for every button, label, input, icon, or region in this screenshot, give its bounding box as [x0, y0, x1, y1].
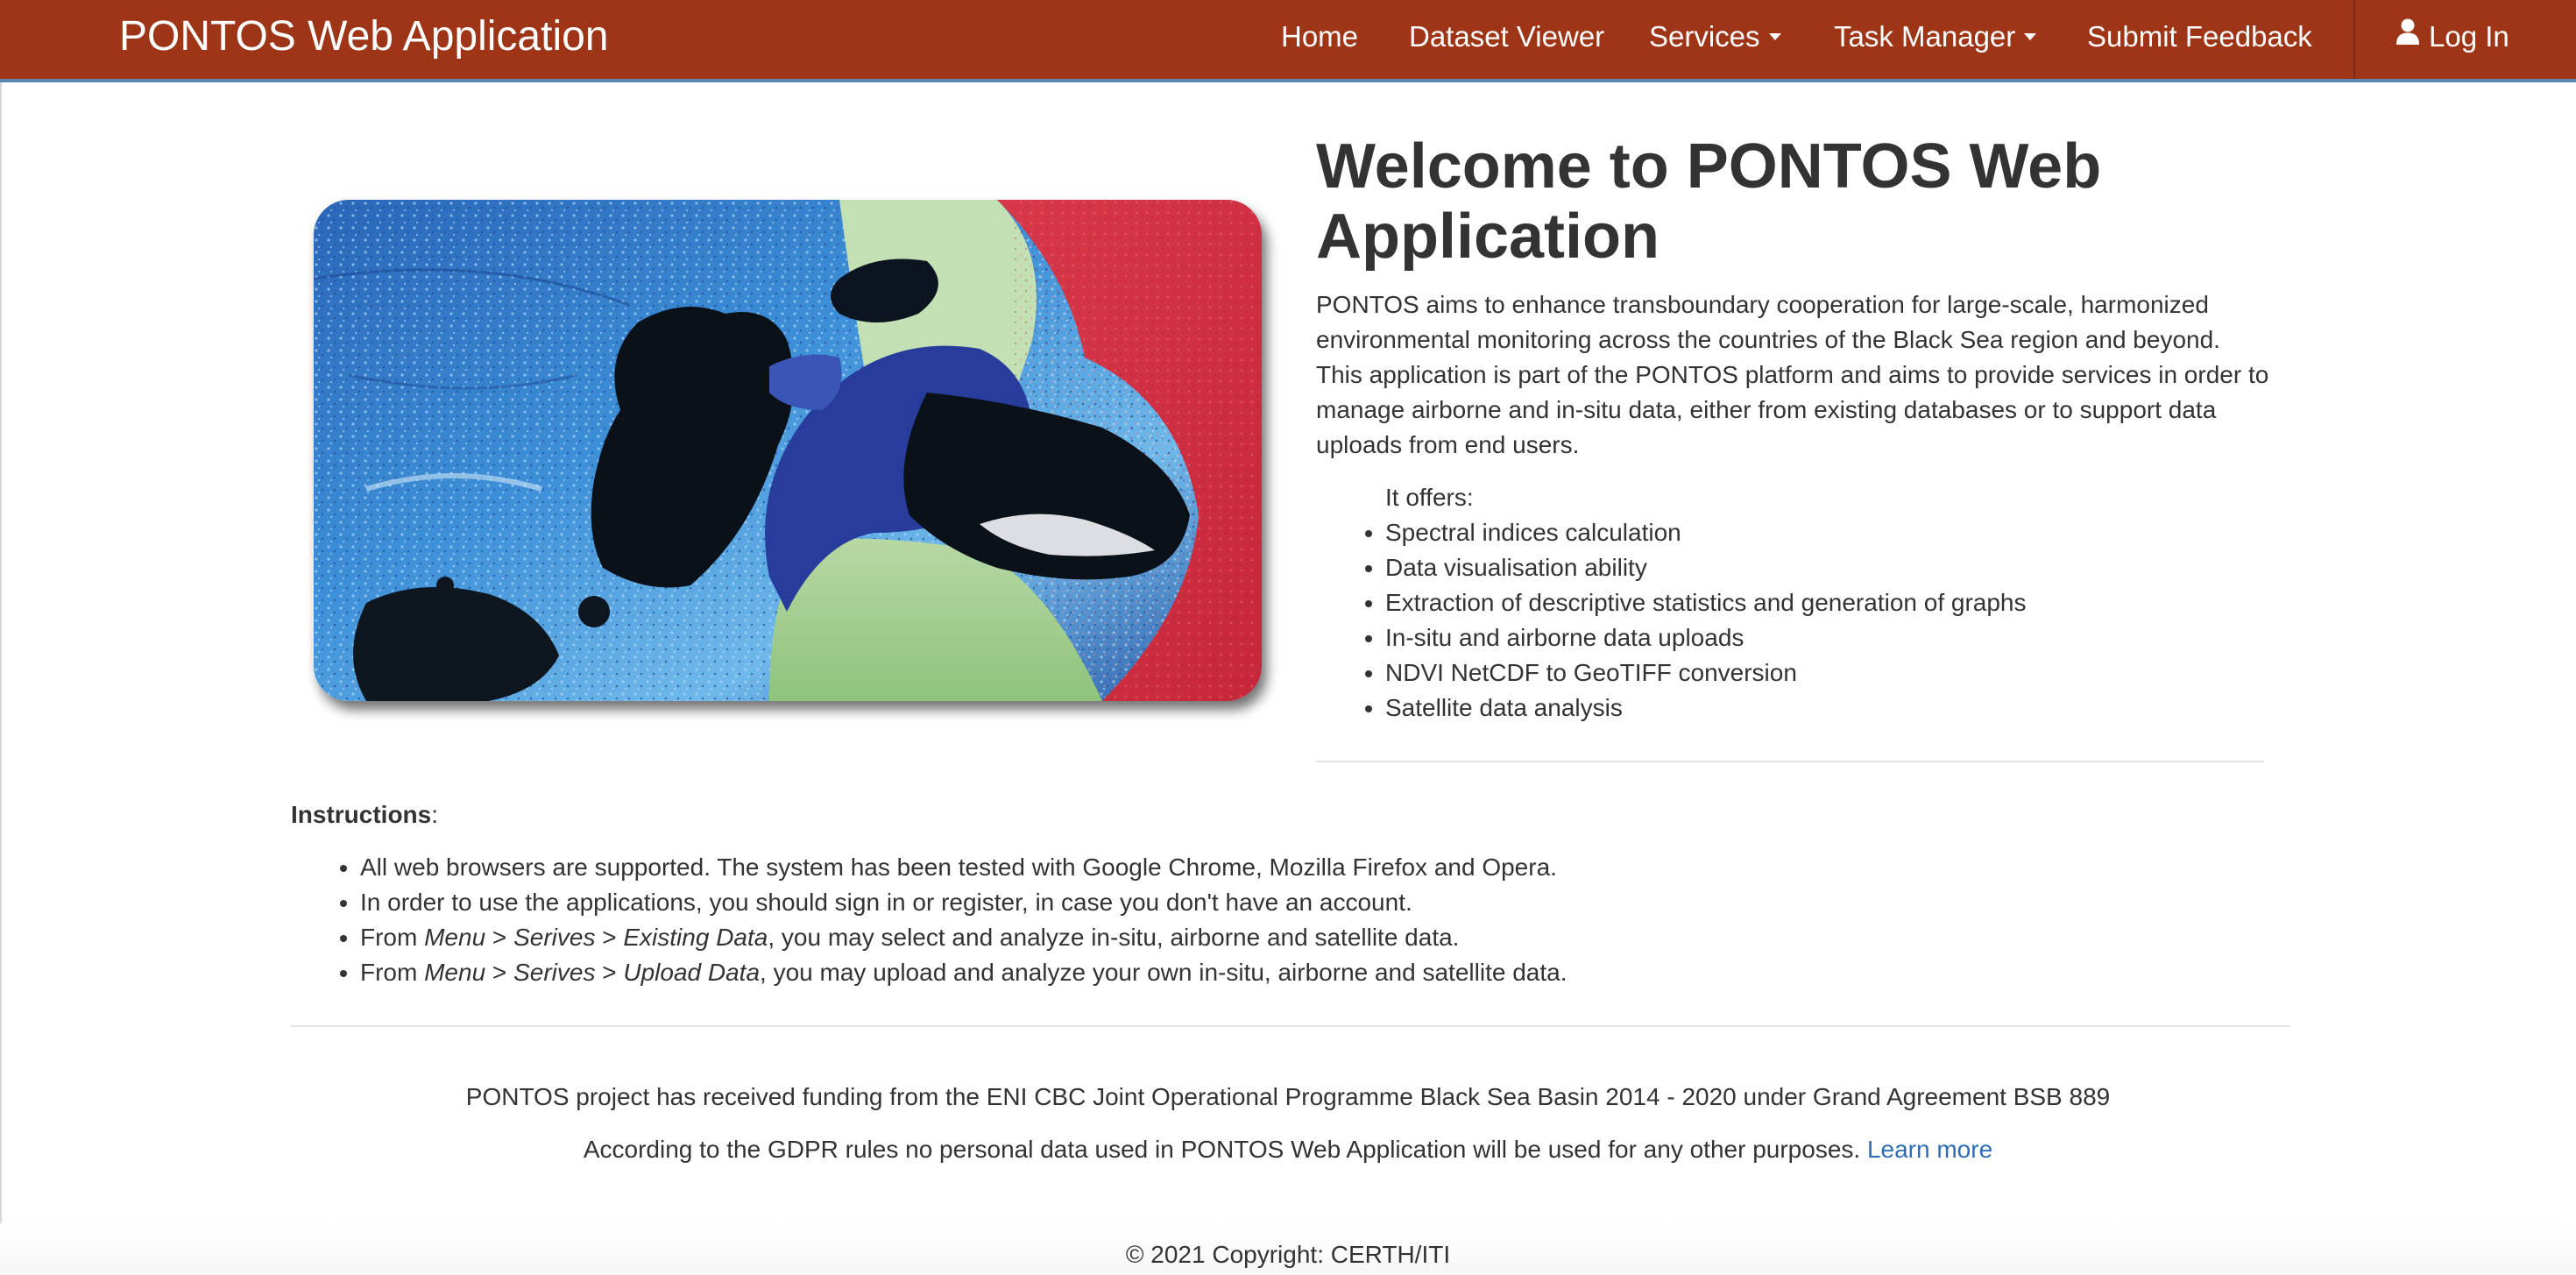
- path-separator: >: [485, 924, 514, 951]
- path-separator: >: [595, 959, 624, 986]
- nav-submit-feedback[interactable]: Submit Feedback: [2087, 0, 2312, 79]
- list-item: From Menu > Serives > Upload Data, you m…: [360, 955, 2288, 990]
- nav-task-manager-label: Task Manager: [1834, 20, 2016, 53]
- menu-path-menu: Menu: [424, 959, 486, 986]
- offers-label: It offers:: [1385, 484, 1474, 511]
- list-item: In order to use the applications, you sh…: [360, 885, 2288, 920]
- intro-paragraph: PONTOS aims to enhance transboundary coo…: [1316, 291, 2269, 458]
- gdpr-notice: According to the GDPR rules no personal …: [0, 1132, 2576, 1167]
- login-button[interactable]: Log In: [2396, 0, 2509, 79]
- section-divider: [291, 1025, 2290, 1027]
- copyright-text: © 2021 Copyright: CERTH/ITI: [1125, 1241, 1451, 1268]
- nav-dataset-viewer[interactable]: Dataset Viewer: [1409, 0, 1604, 79]
- login-label: Log In: [2429, 20, 2509, 53]
- menu-path-menu: Menu: [424, 924, 486, 951]
- instructions-list: All web browsers are supported. The syst…: [291, 850, 2288, 990]
- chevron-down-icon: [1768, 33, 1781, 41]
- list-item: In-situ and airborne data uploads: [1385, 620, 2027, 655]
- black-sea-satellite-image: [314, 200, 1262, 701]
- menu-path-services: Serives: [513, 959, 596, 986]
- brand-title[interactable]: PONTOS Web Application: [119, 0, 609, 79]
- list-item: Extraction of descriptive statistics and…: [1385, 585, 2027, 620]
- nav-services-dropdown[interactable]: Services: [1649, 0, 1781, 79]
- item-text: From: [360, 959, 425, 986]
- user-icon: [2396, 0, 2420, 72]
- list-item: Satellite data analysis: [1385, 691, 2027, 726]
- instructions-title: Instructions: [291, 801, 432, 828]
- path-separator: >: [595, 924, 624, 951]
- item-text: , you may select and analyze in-situ, ai…: [768, 924, 1460, 951]
- item-text: From: [360, 924, 425, 951]
- section-divider: [1316, 761, 2264, 762]
- gdpr-text: According to the GDPR rules no personal …: [583, 1136, 1861, 1163]
- nav-divider: [2353, 0, 2355, 79]
- nav-services-label: Services: [1649, 20, 1760, 53]
- funding-notice: PONTOS project has received funding from…: [465, 1083, 2111, 1110]
- nav-home[interactable]: Home: [1281, 0, 1358, 79]
- menu-path-services: Serives: [513, 924, 596, 951]
- offers-list: Spectral indices calculation Data visual…: [1316, 515, 2027, 726]
- learn-more-link[interactable]: Learn more: [1867, 1136, 1992, 1163]
- list-item: All web browsers are supported. The syst…: [360, 850, 2288, 885]
- instructions-colon: :: [431, 801, 439, 828]
- nav-task-manager-dropdown[interactable]: Task Manager: [1834, 0, 2037, 79]
- list-item: NDVI NetCDF to GeoTIFF conversion: [1385, 655, 2027, 691]
- menu-path-upload-data: Upload Data: [623, 959, 761, 986]
- page-title: Welcome to PONTOS Web Application: [1316, 131, 2102, 272]
- list-item: From Menu > Serives > Existing Data, you…: [360, 920, 2288, 955]
- list-item: Spectral indices calculation: [1385, 515, 2027, 550]
- instructions-heading: Instructions:: [291, 797, 438, 832]
- top-navbar: PONTOS Web Application Home Dataset View…: [0, 0, 2576, 82]
- list-item: Data visualisation ability: [1385, 550, 2027, 585]
- menu-path-existing-data: Existing Data: [623, 924, 768, 951]
- item-text: , you may upload and analyze your own in…: [760, 959, 1568, 986]
- chevron-down-icon: [2024, 33, 2037, 41]
- path-separator: >: [485, 959, 514, 986]
